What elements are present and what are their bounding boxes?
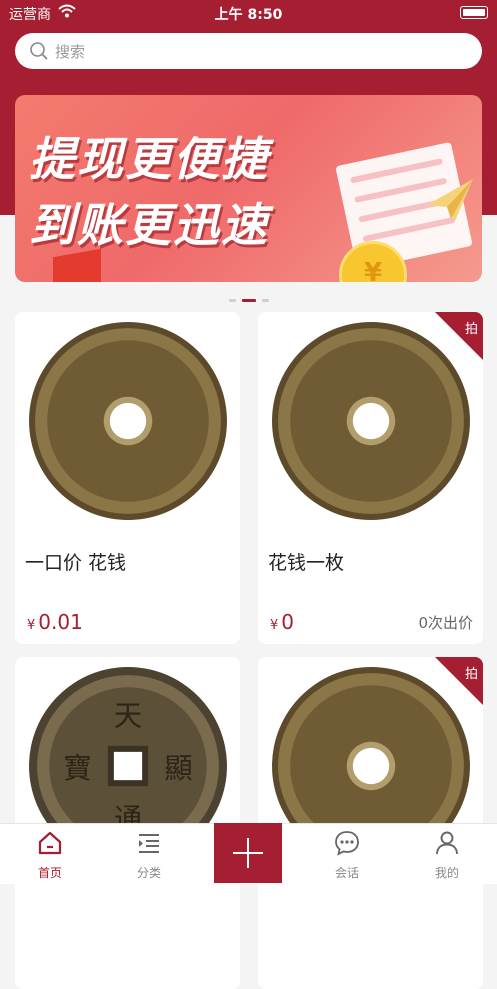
promo-banner[interactable]: 提现更便捷 到账更迅速 ¥	[15, 95, 482, 282]
product-card[interactable]: 一口价 花钱 ¥0.01	[15, 312, 240, 644]
price-value: 0.01	[38, 610, 83, 634]
coin-glyph-right: 顯	[164, 752, 192, 785]
coin-glyph-left: 寶	[63, 752, 91, 785]
status-bar: 运营商 上午 8:50	[0, 0, 497, 26]
banner-headline-2: 到账更迅速	[29, 198, 269, 252]
carousel-dot-active	[241, 299, 256, 302]
tab-home[interactable]: 首页	[10, 824, 90, 884]
auction-tag-label: 拍	[464, 667, 478, 682]
carousel-indicator	[0, 290, 497, 309]
product-title: 花钱一枚	[268, 552, 345, 574]
tab-label: 分类	[136, 866, 161, 880]
banner-headline-1: 提现更便捷	[29, 132, 269, 186]
product-price: ¥0.01	[27, 610, 83, 634]
tab-label: 我的	[434, 866, 459, 880]
currency-symbol: ¥	[270, 618, 279, 633]
home-icon	[38, 831, 62, 855]
tab-category[interactable]: 分类	[109, 824, 189, 884]
search-icon	[30, 42, 48, 60]
tab-label: 首页	[37, 866, 62, 880]
tab-label: 会话	[334, 866, 359, 880]
coin-image	[29, 322, 227, 520]
publish-plus-button[interactable]	[214, 823, 282, 883]
price-value: 0	[281, 610, 295, 634]
list-icon	[139, 834, 159, 853]
tab-mine[interactable]: 我的	[407, 824, 487, 884]
chat-bubble-icon	[335, 831, 359, 856]
battery-icon	[460, 6, 488, 19]
search-bar[interactable]: 搜索	[15, 33, 482, 69]
auction-tag-label: 拍	[464, 322, 478, 337]
product-card[interactable]: 拍 花钱一枚 ¥0 0次出价	[258, 312, 483, 644]
product-price: ¥0	[270, 610, 294, 634]
carousel-dot	[228, 299, 236, 302]
paper-plane-icon	[427, 179, 473, 221]
status-time: 上午 8:50	[214, 7, 283, 23]
tab-chat[interactable]: 会话	[307, 824, 387, 884]
bid-count: 0次出价	[418, 614, 473, 632]
product-title: 一口价 花钱	[25, 552, 127, 574]
currency-symbol: ¥	[27, 618, 36, 633]
coin-glyph-top: 天	[114, 700, 142, 733]
user-icon	[436, 831, 458, 855]
search-placeholder: 搜索	[55, 43, 86, 61]
carousel-dot	[261, 299, 269, 302]
